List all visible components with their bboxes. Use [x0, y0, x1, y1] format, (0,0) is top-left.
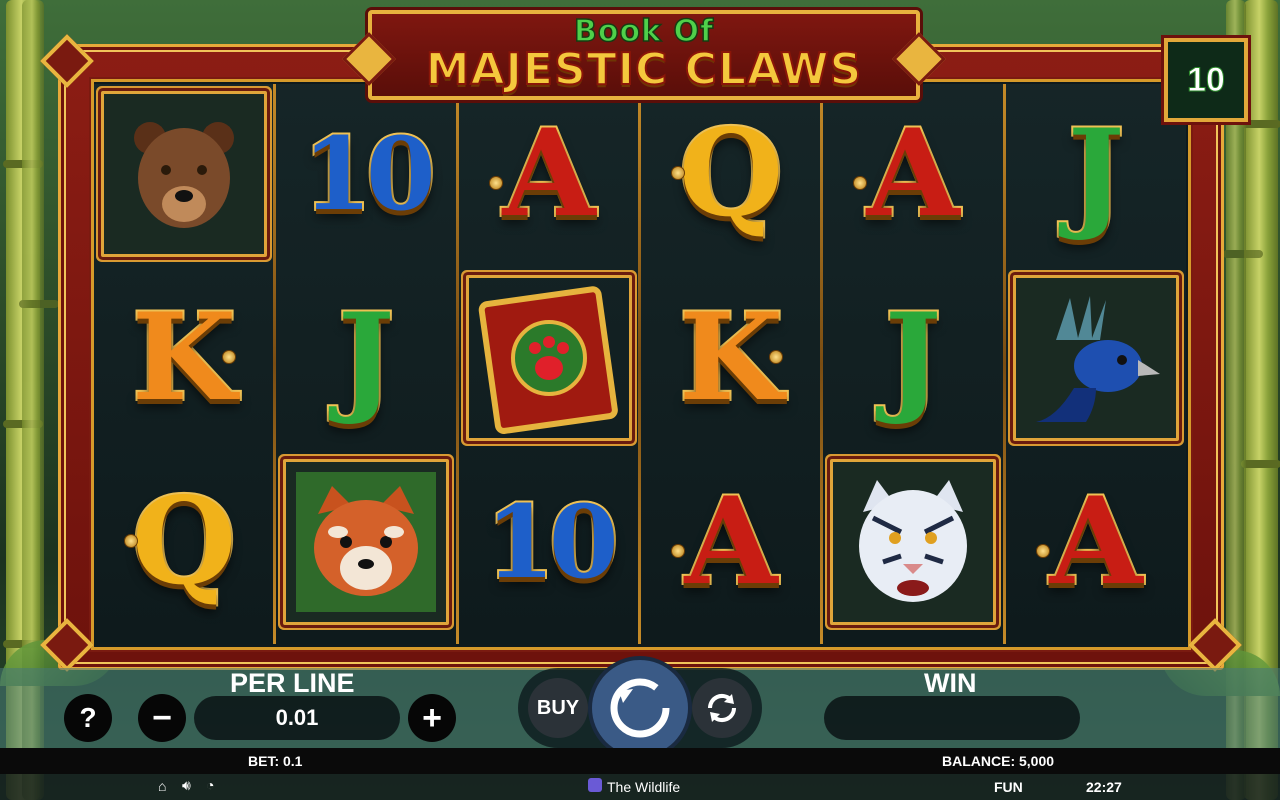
control-bar: ? PER LINE − 0.01 + BUY WIN: [0, 660, 1280, 756]
provider-logo-icon: [588, 778, 602, 792]
symbol-letter: 10: [483, 483, 620, 601]
per-line-label: PER LINE: [230, 668, 355, 698]
status-bar: BET: 0.1 BALANCE: 5,000 FUN 22:27: [0, 748, 1280, 795]
coin-icon: [671, 544, 685, 558]
j-symbol: J: [823, 268, 1003, 448]
symbol-letter: Q: [677, 103, 786, 244]
symbol-letter: A: [1047, 471, 1144, 612]
increase-bet-button[interactable]: +: [408, 694, 456, 742]
help-button[interactable]: ?: [64, 694, 112, 742]
bet-display: BET: 0.1: [248, 753, 303, 769]
coin-icon: [222, 350, 236, 364]
ten-symbol: 10: [459, 452, 639, 632]
k-symbol: K: [641, 268, 821, 448]
balance-display: BALANCE: 5,000: [942, 753, 1055, 769]
symbol-letter: K: [677, 287, 785, 428]
coin-icon: [489, 176, 503, 190]
symbol-letter: A: [500, 103, 597, 244]
bear-icon: [101, 91, 267, 257]
a-symbol: A: [823, 84, 1003, 264]
win-value: [824, 696, 1080, 740]
spin-button[interactable]: [592, 660, 688, 756]
win-label: WIN: [924, 668, 977, 698]
coin-icon: [853, 176, 867, 190]
autoplay-button[interactable]: [692, 678, 752, 738]
a-symbol: A: [1006, 452, 1186, 632]
tiger-icon: [830, 459, 996, 625]
a-symbol: A: [459, 84, 639, 264]
symbol-letter: J: [883, 287, 944, 428]
symbol-letter: 10: [300, 115, 437, 233]
j-symbol: J: [1006, 84, 1186, 264]
paylines-badge: 10: [1164, 38, 1248, 122]
symbol-letter: Q: [130, 471, 239, 612]
symbol-letter: A: [864, 103, 961, 244]
autoplay-icon: [707, 693, 737, 723]
logo-title-main: Majestic Claws: [425, 44, 863, 95]
bear-symbol: [94, 84, 274, 264]
symbol-letter: A: [682, 471, 779, 612]
mode-display: FUN: [994, 779, 1023, 795]
book-icon: [466, 275, 632, 441]
turbo-icon[interactable]: ◔: [206, 777, 214, 793]
peacock-icon: [1013, 275, 1179, 441]
symbol-letter: J: [1066, 103, 1127, 244]
red-panda-symbol: [276, 452, 456, 632]
red-panda-icon: [283, 459, 449, 625]
coin-icon: [671, 166, 685, 180]
peacock-symbol: [1006, 268, 1186, 448]
sound-icon[interactable]: 🔊︎: [182, 777, 191, 794]
per-line-value: 0.01: [194, 696, 400, 740]
game-logo: Book Of Majestic Claws: [342, 10, 946, 100]
symbol-letter: J: [336, 287, 397, 428]
symbol-letter: K: [130, 287, 238, 428]
clock-display: 22:27: [1086, 779, 1122, 795]
a-symbol: A: [641, 452, 821, 632]
coin-icon: [769, 350, 783, 364]
spin-icon: [610, 678, 670, 738]
tiger-symbol: [823, 452, 1003, 632]
footer-game-name: The Wildlife: [607, 779, 681, 795]
home-icon[interactable]: ⌂: [158, 778, 166, 794]
ten-symbol: 10: [276, 84, 456, 264]
book-symbol: [459, 268, 639, 448]
buy-feature-button[interactable]: BUY: [528, 678, 588, 738]
k-symbol: K: [94, 268, 274, 448]
decrease-bet-button[interactable]: −: [138, 694, 186, 742]
q-symbol: Q: [94, 452, 274, 632]
q-symbol: Q: [641, 84, 821, 264]
j-symbol: J: [276, 268, 456, 448]
coin-icon: [1036, 544, 1050, 558]
coin-icon: [124, 534, 138, 548]
